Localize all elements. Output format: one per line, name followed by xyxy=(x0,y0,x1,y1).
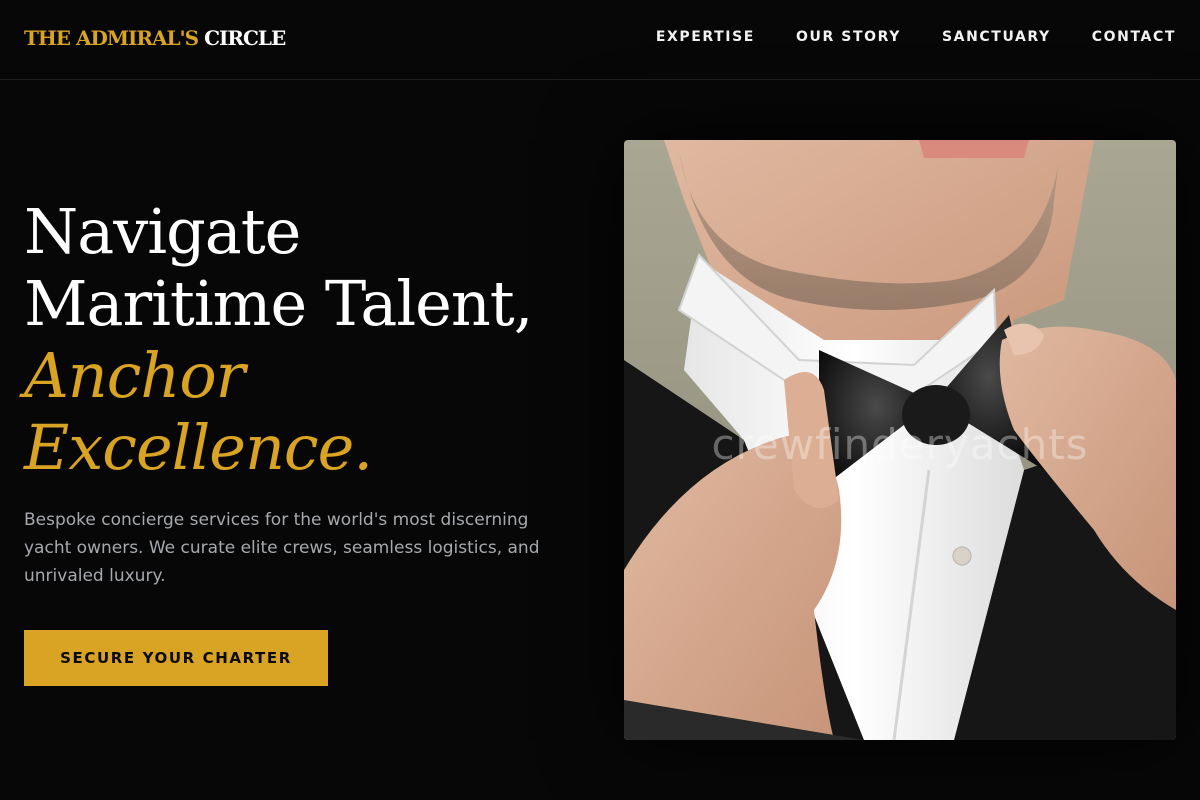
bowtie-photo-illustration xyxy=(624,140,1176,740)
hero-headline: Navigate Maritime Talent, Anchor Excelle… xyxy=(24,195,533,484)
logo-gold-text: THE ADMIRAL'S xyxy=(24,26,199,50)
headline-accent-line-1: Anchor xyxy=(24,339,245,412)
top-navbar: THE ADMIRAL'S CIRCLE EXPERTISE OUR STORY… xyxy=(0,0,1200,80)
logo-white-text: CIRCLE xyxy=(204,26,286,50)
nav-link-sanctuary[interactable]: SANCTUARY xyxy=(942,29,1051,45)
nav-link-our-story[interactable]: OUR STORY xyxy=(796,29,901,45)
main-nav: EXPERTISE OUR STORY SANCTUARY CONTACT xyxy=(656,29,1176,45)
hero-description: Bespoke concierge services for the world… xyxy=(24,510,540,586)
nav-link-expertise[interactable]: EXPERTISE xyxy=(656,29,755,45)
secure-charter-button[interactable]: SECURE YOUR CHARTER xyxy=(24,630,328,686)
headline-accent-line-2: Excellence. xyxy=(24,411,373,484)
brand-logo[interactable]: THE ADMIRAL'S CIRCLE xyxy=(24,26,286,50)
headline-line-1: Navigate xyxy=(24,195,301,268)
hero-photo: crewfinderyachts xyxy=(624,140,1176,740)
headline-line-2: Maritime Talent, xyxy=(24,267,533,340)
nav-link-contact[interactable]: CONTACT xyxy=(1092,29,1176,45)
